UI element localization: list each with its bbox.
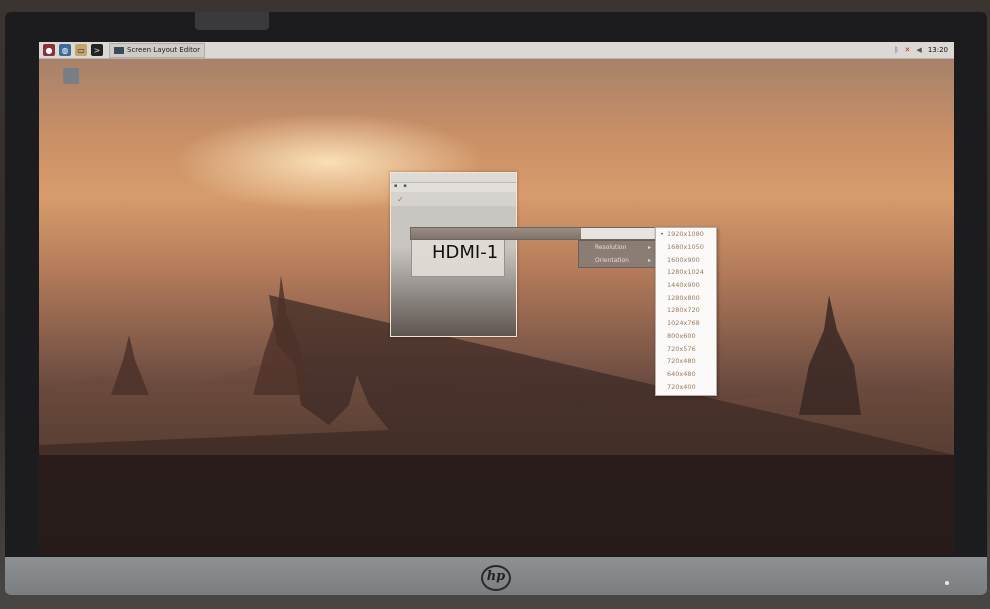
window-titlebar[interactable]: [391, 173, 516, 183]
submenu-arrow-icon: ▸: [647, 244, 651, 251]
configure-menu[interactable]: ▪: [403, 183, 406, 192]
resolution-option[interactable]: 1680x1050: [656, 241, 716, 254]
hp-logo: hp: [481, 565, 511, 591]
screen-layout-editor-window: ▪ ▪ ✓ HDMI-1: [390, 172, 517, 337]
browser-globe-icon[interactable]: ◍: [59, 44, 71, 56]
resolution-option[interactable]: 1280x1024: [656, 266, 716, 279]
webcam: [195, 12, 269, 30]
power-led: [945, 581, 949, 585]
resolution-option[interactable]: 1280x800: [656, 291, 716, 304]
resolution-option[interactable]: 1600x900: [656, 253, 716, 266]
resolution-option[interactable]: 720x576: [656, 342, 716, 355]
desktop-trash-icon[interactable]: [63, 68, 79, 84]
clock: 13:20: [927, 46, 948, 54]
resolution-option[interactable]: 1280x720: [656, 304, 716, 317]
raspberry-menu-icon[interactable]: ●: [43, 44, 55, 56]
window-menubar: ▪ ▪: [391, 183, 516, 192]
monitor-chin: hp: [5, 557, 987, 595]
taskbar-window-title: Screen Layout Editor: [127, 46, 201, 54]
resolution-option[interactable]: 1024x768: [656, 317, 716, 330]
output-submenu: Resolution ▸ Orientation ▸: [578, 240, 656, 268]
layout-menu[interactable]: ▪: [394, 183, 397, 192]
network-disconnected-icon[interactable]: ✕: [905, 46, 911, 54]
resolution-option[interactable]: 1440x900: [656, 279, 716, 292]
output-label: HDMI-1: [432, 242, 499, 263]
submenu-arrow-icon: ▸: [647, 257, 651, 264]
terminal-icon[interactable]: >: [91, 44, 103, 56]
apply-check-icon[interactable]: ✓: [397, 195, 404, 204]
resolution-menu: 1920x1080 1680x1050 1600x900 1280x1024 1…: [655, 227, 717, 396]
file-manager-icon[interactable]: ▭: [75, 44, 87, 56]
resolution-option[interactable]: 720x400: [656, 380, 716, 393]
taskbar-window-button[interactable]: Screen Layout Editor: [109, 42, 206, 58]
screens-menu-bar[interactable]: [410, 227, 658, 240]
volume-icon[interactable]: ◀: [916, 46, 921, 54]
bluetooth-icon[interactable]: ᛒ: [894, 46, 898, 54]
resolution-option[interactable]: 640x480: [656, 368, 716, 381]
screens-menu-highlight: [581, 228, 657, 239]
window-toolbar: ✓: [391, 192, 516, 206]
hdmi-output-rect[interactable]: HDMI-1: [411, 235, 505, 277]
menu-item-orientation-label: Orientation: [595, 257, 629, 264]
menu-item-resolution-label: Resolution: [595, 244, 627, 251]
system-tray: ᛒ ✕ ◀ 13:20: [894, 46, 948, 54]
resolution-option[interactable]: 800x600: [656, 330, 716, 343]
display-icon: [114, 46, 124, 54]
resolution-option[interactable]: 1920x1080: [656, 228, 716, 241]
menu-item-orientation[interactable]: Orientation ▸: [579, 254, 655, 267]
menu-item-resolution[interactable]: Resolution ▸: [579, 241, 655, 254]
taskbar: ● ◍ ▭ > Screen Layout Editor ᛒ ✕ ◀ 13:20: [39, 42, 954, 59]
resolution-option[interactable]: 720x480: [656, 355, 716, 368]
